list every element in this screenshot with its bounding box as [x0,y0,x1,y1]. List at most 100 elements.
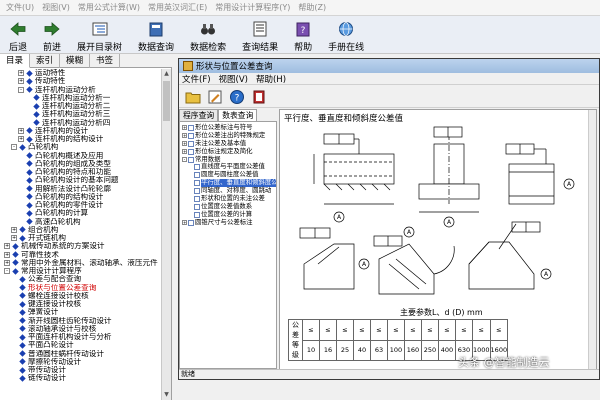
topic-tree-item[interactable]: + 圆锥尺寸与公差标注 [180,218,276,227]
tree-item[interactable]: + 开式链机构 [0,234,162,242]
data-query-button[interactable]: 数据查询 [135,17,177,53]
expand-toggle-icon[interactable]: + [4,259,10,266]
child-title-bar[interactable]: 形状与位置公差查询 [179,59,599,73]
edit-pencil-icon[interactable] [207,89,223,105]
tree-item[interactable]: + 可靠性技术 [0,251,162,259]
menu-formula[interactable]: 常用公式计算(W) [74,2,144,13]
tree-item[interactable]: + 组合机构 [0,226,162,234]
expand-toggle-icon[interactable]: + [4,243,10,250]
expand-toggle-icon[interactable]: + [18,136,24,143]
tree-item[interactable]: 凸轮机构的零件设计 [0,201,162,209]
tree-item[interactable]: + 传动特性 [0,77,162,85]
query-result-label: 查询结果 [242,43,279,53]
tree-item-label: 弹簧设计 [28,308,59,317]
tree-item[interactable]: 凸轮机构的特点和功能 [0,168,162,176]
page-icon [194,196,200,202]
expand-toggle-icon[interactable]: + [182,220,187,226]
tree-item[interactable]: + 连杆机构的结构设计 [0,135,162,143]
tree-item[interactable]: - 凸轮机构 [0,143,162,151]
tab-fuzzy[interactable]: 模糊 [60,54,91,68]
tree-item[interactable]: 连杆机构运动分析三 [0,110,162,118]
tree-item[interactable]: 连杆机构运动分析二 [0,102,162,110]
content-scrollbar[interactable] [588,110,596,369]
menu-view[interactable]: 视图(V) [38,2,74,13]
tab-program-query[interactable]: 程序查询 [179,109,219,121]
scroll-thumb[interactable] [163,81,170,121]
tree-item-label: 开式链机构 [28,234,66,242]
help-button[interactable]: ? 帮助 [291,17,315,53]
tree-item[interactable]: 连杆机构运动分析四 [0,119,162,127]
child-status-bar: 就绪 [179,369,599,379]
tab-contents[interactable]: 目录 [0,54,31,68]
tree-item[interactable]: 平面连杆机构设计与分析 [0,333,162,341]
tree-item[interactable]: 渐开线圆柱齿轮传动设计 [0,317,162,325]
tree-item[interactable]: - 连杆机构运动分析 [0,86,162,94]
tree-item[interactable]: 普通圆柱蜗杆传动设计 [0,350,162,358]
expand-toggle-icon[interactable]: + [182,133,187,139]
child-menu-view[interactable]: 视图(V) [219,73,248,85]
forward-button[interactable]: 前进 [40,17,64,53]
left-tree-scrollbar[interactable]: ▲ ▼ [161,69,171,400]
expand-toggle-icon[interactable]: + [182,141,187,147]
tree-item[interactable]: 凸轮机构的结构设计 [0,193,162,201]
expand-toggle-icon[interactable]: + [182,149,187,155]
menu-bar: 文件(U) 视图(V) 常用公式计算(W) 常用英汉词汇(E) 常用设计计算程序… [0,0,600,16]
tree-item[interactable]: 凸轮机构概述及应用 [0,152,162,160]
tree-item[interactable]: 凸轮机构的计算 [0,209,162,217]
expand-tree-button[interactable]: 展开目录树 [74,17,125,53]
tree-item[interactable]: + 机械传动系统的方案设计 [0,242,162,250]
scroll-down-arrow-icon[interactable]: ▼ [162,390,171,400]
tree-item[interactable]: 键连接设计校核 [0,300,162,308]
tree-item[interactable]: + 运动特性 [0,69,162,77]
expand-toggle-icon[interactable]: + [18,78,24,85]
book-icon [19,276,26,283]
tree-item[interactable]: 公差与配合查询 [0,275,162,283]
expand-toggle-icon[interactable]: + [4,251,10,258]
scroll-up-arrow-icon[interactable]: ▲ [162,69,171,79]
tree-item[interactable]: 螺栓连接设计校核 [0,292,162,300]
tree-item[interactable]: + 连杆机构的设计 [0,127,162,135]
menu-glossary[interactable]: 常用英汉词汇(E) [144,2,211,13]
forward-arrow-icon [44,22,60,36]
tree-item[interactable]: 带传动设计 [0,366,162,374]
data-search-button[interactable]: 数据检索 [187,17,229,53]
collapse-toggle-icon[interactable]: - [11,144,17,151]
expand-toggle-icon[interactable]: + [182,125,187,131]
tab-bookmarks[interactable]: 书签 [90,54,121,68]
exit-door-icon[interactable] [251,89,267,105]
book-icon [26,193,33,201]
menu-design-programs[interactable]: 常用设计计算程序(Y) [211,2,294,13]
tree-item[interactable]: 用解析法设计凸轮轮廓 [0,185,162,193]
book-icon [26,210,33,217]
tree-item[interactable]: 链传动设计 [0,374,162,382]
collapse-toggle-icon[interactable]: - [4,268,10,275]
child-menu-help[interactable]: 帮助(H) [256,73,286,85]
help-circle-icon[interactable]: ? [229,89,245,105]
menu-file[interactable]: 文件(U) [2,2,38,13]
expand-toggle-icon[interactable]: + [18,70,24,77]
tree-item[interactable]: 平面凸轮设计 [0,341,162,349]
expand-toggle-icon[interactable]: + [11,226,17,233]
expand-toggle-icon[interactable]: + [11,235,17,242]
tree-item[interactable]: - 常用设计计算程序 [0,267,162,275]
collapse-toggle-icon[interactable]: - [182,157,187,162]
query-result-button[interactable]: 查询结果 [239,17,281,53]
manual-online-button[interactable]: 手册在线 [325,17,367,53]
tree-item[interactable]: 连杆机构运动分析一 [0,94,162,102]
child-menu-file[interactable]: 文件(F) [182,73,211,85]
tree-item[interactable]: 弹簧设计 [0,308,162,316]
tree-item[interactable]: 凸轮机构的组成及类型 [0,160,162,168]
tab-index[interactable]: 索引 [30,54,61,68]
tree-item[interactable]: 凸轮机构设计的基本问题 [0,176,162,184]
tree-item[interactable]: 滚动轴承设计与校核 [0,325,162,333]
expand-toggle-icon[interactable]: + [18,127,24,134]
open-folder-icon[interactable] [185,89,201,105]
tree-item[interactable]: 形状与位置公差查询 [0,284,162,292]
menu-help[interactable]: 帮助(Z) [294,2,330,13]
tree-item[interactable]: 摩擦轮传动设计 [0,358,162,366]
tree-item[interactable]: + 常用中外金属材料、滚动轴承、液压元件 [0,259,162,267]
tab-table-query[interactable]: 数表查询 [218,109,258,121]
tree-item[interactable]: 高速凸轮机构 [0,218,162,226]
collapse-toggle-icon[interactable]: - [18,86,24,93]
back-button[interactable]: 后退 [6,17,30,53]
